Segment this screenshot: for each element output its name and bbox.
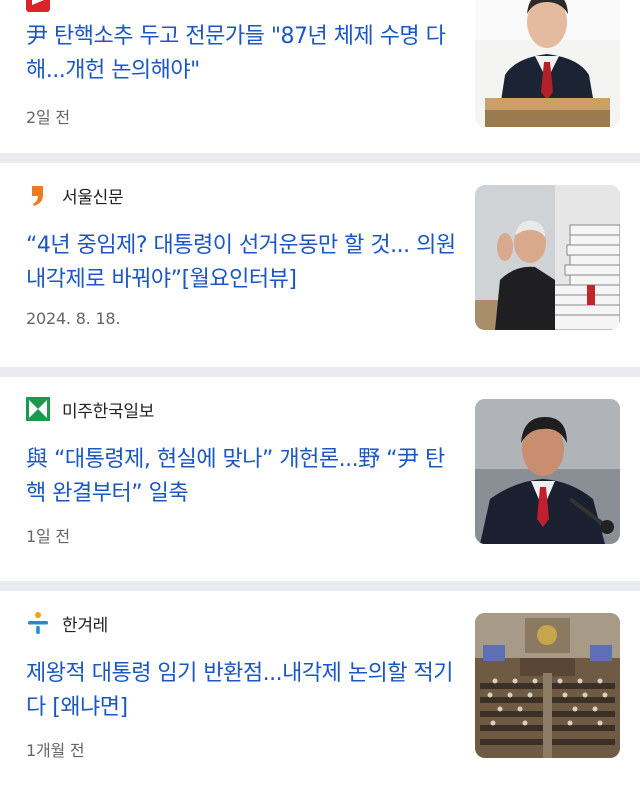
source-name: 서울신문: [62, 187, 124, 208]
news-source: 서울신문: [26, 183, 124, 208]
news-feed: 尹 탄핵소추 두고 전문가들 "87년 체제 수명 다해...개헌 논의해야" …: [0, 0, 640, 795]
article-thumbnail[interactable]: [475, 613, 620, 758]
green-x-logo-icon: [26, 397, 50, 421]
news-card[interactable]: 미주한국일보 與 “대통령제, 현실에 맞나” 개헌론...野 “尹 탄핵 완결…: [0, 377, 640, 581]
news-source: 미주한국일보: [26, 397, 155, 422]
hankyoreh-logo-icon: [26, 611, 50, 635]
article-thumbnail[interactable]: [475, 185, 620, 330]
article-time: 1개월 전: [26, 741, 85, 760]
orange-comma-logo-icon: [26, 183, 50, 207]
news-card[interactable]: 한겨레 제왕적 대통령 임기 반환점...내각제 논의할 적기다 [왜냐면] 1…: [0, 591, 640, 795]
article-title-link[interactable]: “4년 중임제? 대통령이 선거운동만 할 것... 의원내각제로 바꿔야”[월…: [26, 229, 456, 297]
news-source: [26, 0, 62, 12]
article-time: 2일 전: [26, 108, 70, 127]
news-card[interactable]: 서울신문 “4년 중임제? 대통령이 선거운동만 할 것... 의원내각제로 바…: [0, 163, 640, 367]
article-title-link[interactable]: 제왕적 대통령 임기 반환점...내각제 논의할 적기다 [왜냐면]: [26, 657, 456, 725]
article-title-link[interactable]: 與 “대통령제, 현실에 맞나” 개헌론...野 “尹 탄핵 완결부터” 일축: [26, 443, 456, 511]
article-title-link[interactable]: 尹 탄핵소추 두고 전문가들 "87년 체제 수명 다해...개헌 논의해야": [26, 20, 456, 88]
article-time: 1일 전: [26, 527, 70, 546]
article-thumbnail[interactable]: [475, 399, 620, 544]
source-name: 한겨레: [62, 615, 109, 636]
red-news-logo-icon: [26, 0, 50, 12]
news-card[interactable]: 尹 탄핵소추 두고 전문가들 "87년 체제 수명 다해...개헌 논의해야" …: [0, 0, 640, 153]
source-name: 미주한국일보: [62, 401, 155, 422]
article-thumbnail[interactable]: [475, 0, 620, 127]
news-source: 한겨레: [26, 611, 109, 636]
article-time: 2024. 8. 18.: [26, 309, 121, 328]
